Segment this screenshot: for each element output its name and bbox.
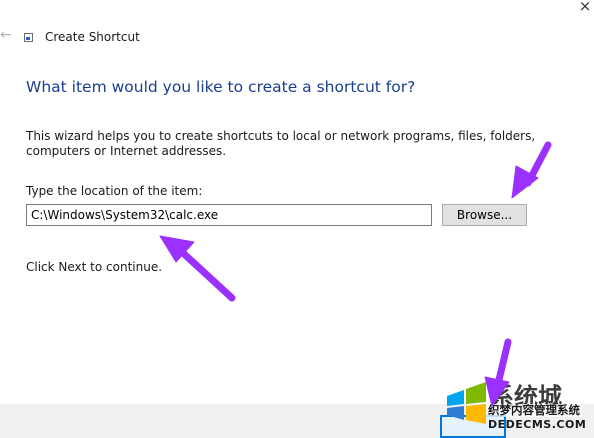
location-input[interactable] [26,204,432,226]
next-hint-text: Click Next to continue. [26,260,163,274]
watermark-url-text: DEDECMS.COM [488,418,587,431]
shortcut-app-icon [24,33,33,42]
wizard-heading: What item would you like to create a sho… [26,78,416,96]
close-button[interactable]: × [576,0,594,14]
watermark-line-text: 织梦内容管理系统 [486,403,582,417]
window-title: Create Shortcut [45,30,140,44]
browse-button[interactable]: Browse... [442,204,527,226]
annotation-arrow-input [159,235,236,302]
back-arrow-icon[interactable]: ← [0,27,12,43]
location-label: Type the location of the item: [26,184,203,198]
watermark-logo-icon [447,382,486,424]
wizard-description: This wizard helps you to create shortcut… [26,129,536,158]
